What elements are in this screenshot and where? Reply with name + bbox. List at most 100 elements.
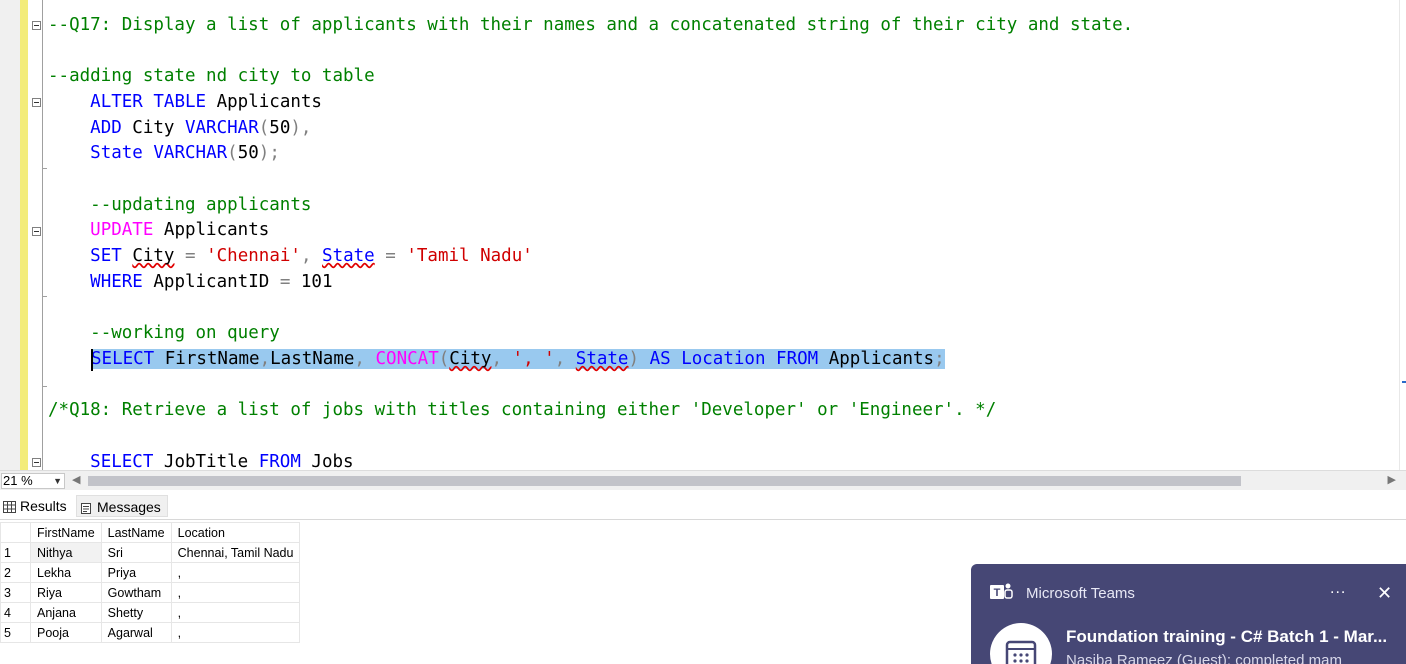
vertical-scrollbar[interactable] (1399, 0, 1406, 470)
table-row[interactable]: 5 Pooja Agarwal , (0, 622, 301, 643)
row-number-header[interactable] (0, 522, 31, 543)
row-number[interactable]: 1 (0, 542, 31, 563)
code-token: ADD (90, 118, 122, 138)
table-row[interactable]: 2 Lekha Priya , (0, 562, 301, 583)
scroll-left-icon[interactable]: ◀ (72, 473, 80, 486)
code-token: = (385, 246, 396, 266)
table-cell[interactable]: Agarwal (100, 622, 172, 643)
code-token: 101 (290, 272, 333, 292)
code-line-query-comment[interactable]: --working on query (48, 320, 280, 346)
zoom-value: 21 % (3, 473, 33, 488)
tab-results[interactable]: Results (0, 495, 72, 517)
code-token: FROM (258, 452, 301, 470)
code-token: ), (290, 118, 312, 138)
table-cell[interactable]: Pooja (30, 622, 102, 643)
collapse-alter-toggle-icon[interactable] (32, 98, 41, 107)
teams-notification[interactable]: T Microsoft Teams ... ✕ Foundation train… (971, 564, 1406, 664)
code-token: VARCHAR (153, 143, 228, 163)
code-token: --working on query (90, 323, 280, 343)
outline-end-tick (42, 296, 47, 297)
table-cell[interactable]: , (170, 562, 301, 583)
close-icon[interactable]: ✕ (1377, 583, 1392, 604)
messages-icon (81, 502, 91, 514)
code-line-adding[interactable]: --adding state nd city to table (48, 63, 375, 89)
outline-end-tick (42, 386, 47, 387)
row-number[interactable]: 3 (0, 582, 31, 603)
table-cell[interactable]: Lekha (30, 562, 102, 583)
collapse-select-jobs-toggle-icon[interactable] (32, 458, 41, 467)
zoom-dropdown[interactable]: 21 % ▼ (1, 473, 65, 489)
code-line-text: ALTER TABLE Applicants (48, 92, 322, 112)
table-cell[interactable]: Gowtham (100, 582, 172, 603)
outline-guide (42, 0, 43, 470)
table-row[interactable]: 4 Anjana Shetty , (0, 602, 301, 623)
scroll-right-icon[interactable]: ▶ (1388, 473, 1396, 486)
row-number[interactable]: 2 (0, 562, 31, 583)
table-cell[interactable]: Priya (100, 562, 172, 583)
code-token: 50 (237, 143, 259, 163)
code-token: WHERE (90, 272, 143, 292)
table-cell[interactable]: Nithya (30, 542, 102, 563)
sql-editor[interactable]: --Q17: Display a list of applicants with… (0, 0, 1406, 470)
table-cell[interactable]: Shetty (100, 602, 172, 623)
table-row[interactable]: 3 Riya Gowtham , (0, 582, 301, 603)
tab-messages-label: Messages (97, 499, 161, 515)
table-row[interactable]: 1 Nithya Sri Chennai, Tamil Nadu (0, 542, 301, 563)
collapse-q17-toggle-icon[interactable] (32, 21, 41, 30)
column-header[interactable]: LastName (100, 522, 172, 543)
table-cell[interactable]: Chennai, Tamil Nadu (170, 542, 301, 563)
code-line-add[interactable]: ADD City VARCHAR(50), (48, 115, 311, 141)
code-line-text: --working on query (48, 323, 280, 343)
table-cell[interactable]: , (170, 602, 301, 623)
code-token: State (90, 143, 143, 163)
column-header[interactable]: FirstName (30, 522, 102, 543)
code-token: FROM (776, 349, 819, 369)
code-token: Applicants (818, 349, 935, 369)
code-line-upd-comment[interactable]: --updating applicants (48, 192, 311, 218)
code-token: ( (258, 118, 270, 138)
code-line-alter[interactable]: ALTER TABLE Applicants (48, 89, 322, 115)
row-number[interactable]: 5 (0, 622, 31, 643)
table-cell[interactable]: Riya (30, 582, 102, 603)
code-line-where[interactable]: WHERE ApplicantID = 101 (48, 269, 333, 295)
tab-messages[interactable]: Messages (76, 495, 168, 517)
code-line-state[interactable]: State VARCHAR(50); (48, 140, 280, 166)
collapse-update-toggle-icon[interactable] (32, 227, 41, 236)
code-line-select[interactable]: SELECT FirstName,LastName, CONCAT(City, … (91, 346, 945, 372)
table-cell[interactable]: , (170, 582, 301, 603)
selection-margin[interactable] (0, 0, 20, 470)
code-line-set[interactable]: SET City = 'Chennai', State = 'Tamil Nad… (48, 243, 533, 269)
header-row: FirstName LastName Location (0, 522, 301, 543)
scroll-position-marker (1402, 381, 1406, 383)
toast-body: Nasiba Rameez (Guest): completed mam (1066, 652, 1342, 664)
code-token: ', ' (512, 349, 555, 369)
row-number[interactable]: 4 (0, 602, 31, 623)
table-cell[interactable]: , (170, 622, 301, 643)
code-token: , (259, 349, 271, 369)
code-token: JobTitle (153, 452, 259, 470)
table-cell[interactable]: Anjana (30, 602, 102, 623)
horizontal-scrollbar-thumb[interactable] (88, 476, 1241, 486)
code-line-q17[interactable]: --Q17: Display a list of applicants with… (48, 12, 1133, 38)
code-line-q18[interactable]: /*Q18: Retrieve a list of jobs with titl… (48, 397, 996, 423)
code-token: State (575, 349, 629, 369)
results-grid[interactable]: FirstName LastName Location 1 Nithya Sri… (0, 522, 301, 643)
column-header[interactable]: Location (170, 522, 301, 543)
code-line-select-jobs[interactable]: SELECT JobTitle FROM Jobs (48, 449, 353, 470)
table-cell[interactable]: Sri (100, 542, 172, 563)
svg-text:T: T (994, 587, 1001, 599)
more-options-icon[interactable]: ... (1330, 580, 1346, 598)
code-token: ); (258, 143, 280, 163)
code-token: State (322, 246, 375, 266)
code-line-update[interactable]: UPDATE Applicants (48, 217, 269, 243)
code-token: Applicants (153, 220, 270, 240)
code-token: --adding state nd city to table (48, 66, 375, 86)
